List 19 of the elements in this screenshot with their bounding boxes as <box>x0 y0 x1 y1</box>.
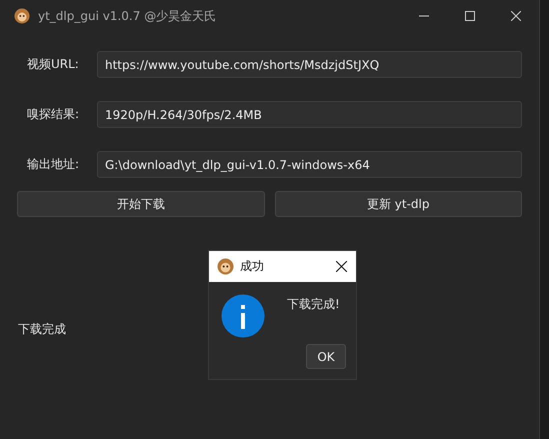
close-icon <box>511 11 521 21</box>
maximize-icon <box>465 11 475 21</box>
status-text: 下载完成 <box>18 321 67 338</box>
window-title: yt_dlp_gui v1.0.7 @少昊金天氏 <box>38 8 218 24</box>
info-icon <box>221 294 265 338</box>
text-field[interactable]: 1920p/H.264/30fps/2.4MB <box>97 101 522 128</box>
text-field[interactable]: https://www.youtube.com/shorts/MsdzjdStJXQ <box>97 51 522 78</box>
ok-button[interactable]: OK <box>306 344 346 369</box>
dialog-message: 下载完成! <box>287 296 340 313</box>
text-field[interactable]: G:\download\yt_dlp_gui-v1.0.7-windows-x64 <box>97 151 522 178</box>
start-download-button[interactable]: 开始下载 <box>17 191 264 217</box>
close-icon <box>336 261 346 272</box>
dialog-title: 成功 <box>240 258 265 275</box>
monkey-icon <box>14 8 30 24</box>
field-label: 嗅探结果: <box>26 106 80 123</box>
update-button[interactable]: 更新 yt-dlp <box>274 191 522 217</box>
monkey-icon <box>217 258 234 275</box>
field-label: 输出地址: <box>26 156 80 173</box>
field-label: 视频URL: <box>26 56 80 73</box>
